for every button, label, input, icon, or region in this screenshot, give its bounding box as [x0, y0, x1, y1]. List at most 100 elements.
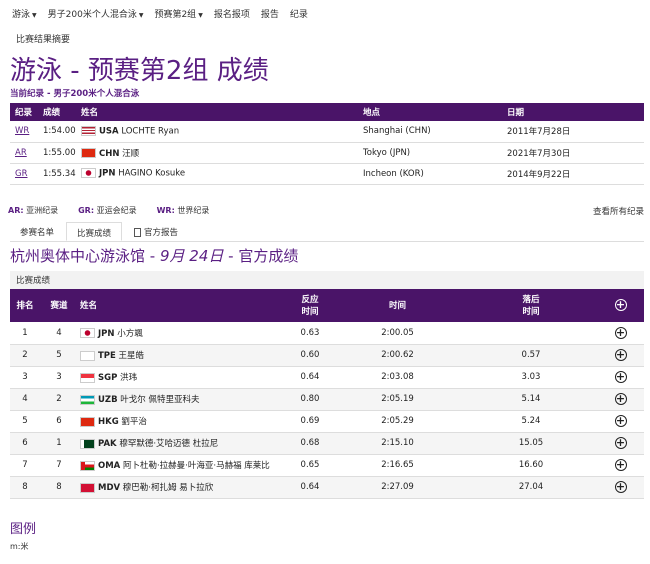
record-abbreviation: WR: 世界纪录 — [157, 205, 210, 216]
record-noc: CHN — [99, 148, 120, 159]
venue-suffix: 官方成绩 — [238, 247, 299, 265]
results-table: 排名 赛道 姓名 反应 时间 时间 落后 时间 + 1 4 JPN 小方颯 0.63 2:0… — [10, 289, 644, 499]
result-row[interactable]: 3 3 SGP 洪玮 0.64 2:03.08 3.03 + — [10, 366, 644, 388]
result-row[interactable]: 1 4 JPN 小方颯 0.63 2:00.05 + — [10, 322, 644, 344]
result-lane: 1 — [56, 438, 62, 448]
expand-plus-icon[interactable]: + — [614, 326, 627, 339]
result-row[interactable]: 6 1 PAK 穆罕默德·艾哈迈德 杜拉尼 0.68 2:15.10 15.05 + — [10, 432, 644, 454]
expand-cell: + — [597, 410, 644, 432]
result-athlete: UZB 叶戈尔 佩特里亚科夫 — [78, 388, 290, 410]
results-summary-link[interactable]: 比赛结果摘要 — [16, 32, 70, 45]
top-nav-item[interactable]: 男子200米个人混合泳 ▼ — [48, 7, 144, 20]
result-noc: PAK — [98, 439, 117, 449]
result-athlete: HKG 劉平治 — [78, 410, 290, 432]
result-time: 2:03.08 — [381, 372, 414, 382]
tab-official-report-label: 官方报告 — [144, 228, 179, 238]
result-reaction: 0.68 — [300, 438, 320, 448]
result-rank: 7 — [22, 460, 28, 470]
records-table: 纪录 成绩 姓名 地点 日期 WR 1:54.00 USA LOCHTE Ryan S… — [10, 103, 644, 185]
expand-plus-icon[interactable]: + — [614, 459, 627, 471]
result-noc: SGP — [98, 373, 118, 383]
venue-heading: 杭州奥体中心游泳馆 - 9月 24日 - 官方成绩 — [10, 245, 298, 266]
expand-cell: + — [597, 366, 644, 388]
result-rank: 5 — [22, 416, 28, 426]
flag-oma-icon — [80, 460, 95, 471]
result-reaction: 0.64 — [300, 482, 320, 492]
top-nav-item[interactable]: 报告 — [261, 7, 279, 20]
record-time: 1:54.00 — [43, 126, 76, 137]
result-rank: 3 — [22, 372, 28, 382]
record-code-link[interactable]: AR — [15, 148, 27, 158]
result-athlete: OMA 阿卜杜勒·拉赫曼·叶海亚·马赫福 库莱比 — [78, 454, 290, 476]
abbreviation-text: 亚运会纪录 — [96, 206, 137, 215]
expand-plus-icon[interactable]: + — [614, 371, 627, 383]
top-nav-label: 纪录 — [289, 10, 308, 20]
result-reaction: 0.64 — [300, 372, 320, 382]
tab-start-list[interactable]: 参赛名单 — [10, 222, 64, 241]
flag-mdv-icon — [80, 482, 95, 493]
abbreviation-text: 世界纪录 — [177, 206, 210, 215]
record-noc: JPN — [99, 168, 116, 179]
venue-name: 杭州奥体中心游泳馆 — [10, 247, 146, 265]
record-name: LOCHTE Ryan — [121, 126, 180, 137]
expand-all-icon[interactable]: + — [614, 299, 627, 311]
record-date: 2014年9月22日 — [507, 169, 571, 180]
legend-item: m:米 — [10, 542, 29, 551]
tab-official-report[interactable]: 官方报告 — [124, 222, 188, 241]
record-name: 汪顺 — [122, 148, 140, 159]
result-row[interactable]: 5 6 HKG 劉平治 0.69 2:05.29 5.24 + — [10, 410, 644, 432]
record-code-link[interactable]: GR — [15, 169, 28, 179]
expand-plus-icon[interactable]: + — [614, 437, 627, 449]
result-row[interactable]: 7 7 OMA 阿卜杜勒·拉赫曼·叶海亚·马赫福 库莱比 0.65 2:16.65 16.… — [10, 454, 644, 476]
result-noc: OMA — [98, 461, 121, 471]
result-row[interactable]: 4 2 UZB 叶戈尔 佩特里亚科夫 0.80 2:05.19 5.14 + — [10, 388, 644, 410]
record-place: Tokyo (JPN) — [363, 147, 411, 158]
result-time: 2:00.05 — [381, 327, 414, 338]
result-noc: HKG — [98, 417, 119, 427]
top-nav-item[interactable]: 游泳 ▼ — [12, 7, 37, 20]
expand-plus-icon[interactable]: + — [614, 393, 627, 405]
result-row[interactable]: 8 8 MDV 穆巴勒·柯扎姆 易卜拉欣 0.64 2:27.09 27.04 + — [10, 476, 644, 498]
records-header-place: 地点 — [363, 108, 381, 118]
result-athlete: SGP 洪玮 — [78, 366, 290, 388]
result-time: 2:27.09 — [381, 482, 414, 492]
record-row: WR 1:54.00 USA LOCHTE Ryan Shanghai (CHN) 20… — [10, 121, 644, 142]
result-reaction: 0.80 — [300, 394, 320, 404]
result-rank: 4 — [22, 394, 28, 404]
result-behind: 3.03 — [521, 372, 541, 382]
result-lane: 7 — [56, 460, 62, 470]
abbreviation-code: AR: — [8, 206, 24, 215]
tab-results[interactable]: 比赛成绩 — [66, 222, 123, 241]
view-all-records-link[interactable]: 查看所有纪录 — [593, 205, 644, 217]
result-row[interactable]: 2 5 TPE 王星皓 0.60 2:00.62 0.57 + — [10, 344, 644, 366]
expand-plus-icon[interactable]: + — [614, 415, 627, 427]
expand-cell: + — [597, 432, 644, 454]
record-time: 1:55.00 — [43, 147, 76, 158]
record-place: Shanghai (CHN) — [363, 126, 431, 137]
expand-plus-icon[interactable]: + — [614, 481, 627, 493]
top-nav-item[interactable]: 报名报项 — [214, 7, 250, 20]
flag-usa-icon — [81, 126, 96, 136]
flag-chn-icon — [81, 148, 96, 158]
result-behind: 0.57 — [521, 350, 541, 360]
record-row: AR 1:55.00 CHN 汪顺 Tokyo (JPN) 2021年7月30日 — [10, 142, 644, 163]
top-nav-label: 男子200米个人混合泳 — [47, 10, 137, 20]
results-header-row: 排名 赛道 姓名 反应 时间 时间 落后 时间 + — [10, 289, 644, 322]
result-athlete: MDV 穆巴勒·柯扎姆 易卜拉欣 — [78, 476, 290, 498]
result-lane: 4 — [56, 327, 62, 338]
record-time: 1:55.34 — [43, 168, 76, 179]
results-header-reaction: 反应 时间 — [290, 289, 330, 322]
result-lane: 5 — [56, 350, 62, 360]
result-rank: 6 — [22, 438, 28, 448]
top-nav-item[interactable]: 预赛第2组 ▼ — [154, 7, 202, 20]
result-reaction: 0.63 — [300, 327, 320, 338]
results-header-reaction-2: 时间 — [301, 306, 319, 317]
results-header-rank: 排名 — [16, 300, 34, 311]
results-header-reaction-1: 反应 — [301, 294, 319, 305]
expand-plus-icon[interactable]: + — [614, 349, 627, 361]
record-abbreviations: AR: 亚洲纪录 GR: 亚运会纪录 WR: 世界纪录 — [8, 205, 209, 216]
top-nav-item[interactable]: 纪录 — [290, 7, 308, 20]
result-rank: 1 — [22, 327, 28, 338]
records-header-name: 姓名 — [81, 108, 99, 118]
record-code-link[interactable]: WR — [15, 126, 29, 136]
